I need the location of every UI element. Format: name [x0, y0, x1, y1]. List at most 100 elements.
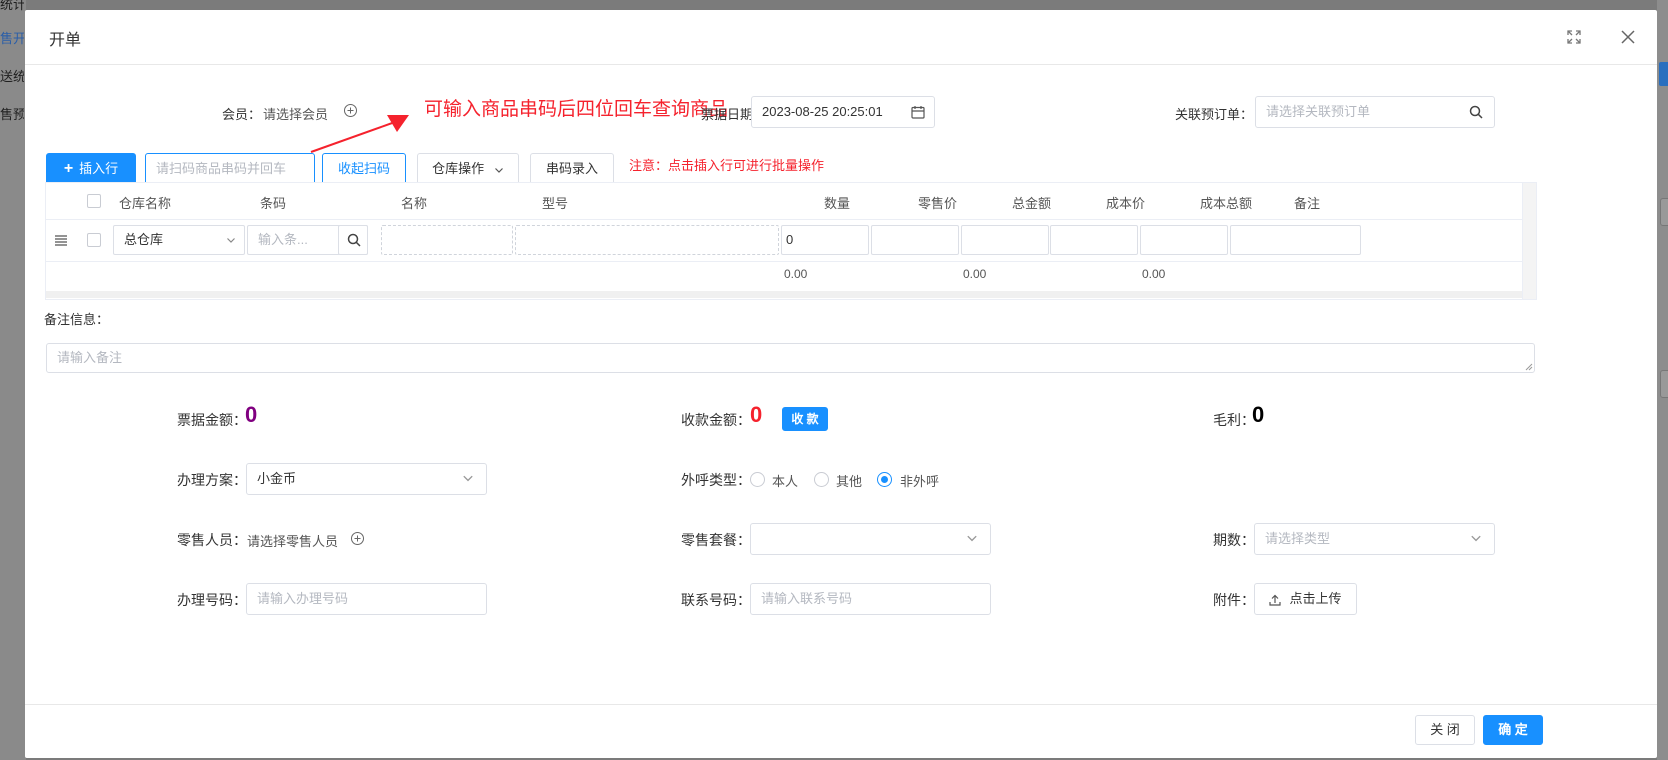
- collect-button[interactable]: 收 款: [782, 407, 828, 431]
- sum-quantity: 0.00: [784, 267, 808, 281]
- warehouse-ops-dropdown[interactable]: 仓库操作: [417, 153, 519, 185]
- row-retail-price-input[interactable]: [871, 225, 959, 255]
- col-warehouse: 仓库名称: [119, 196, 172, 211]
- serial-entry-button[interactable]: 串码录入: [530, 153, 614, 185]
- background-text: 统计: [0, 0, 24, 12]
- background-button: [1660, 370, 1668, 398]
- upload-button[interactable]: 点击上传: [1254, 583, 1357, 615]
- search-icon: [346, 232, 362, 248]
- row-cost-price-input[interactable]: [1050, 225, 1138, 255]
- row-model-field[interactable]: [515, 225, 779, 255]
- handle-no-placeholder: 请输入办理号码: [257, 591, 349, 606]
- insert-row-label: 插入行: [79, 161, 119, 176]
- package-select[interactable]: [750, 523, 991, 555]
- row-warehouse-value: 总仓库: [124, 232, 164, 247]
- sales-person-selector[interactable]: 请选择零售人员: [247, 531, 338, 550]
- call-type-radio-other[interactable]: [814, 472, 829, 487]
- row-cost-total-input[interactable]: [1140, 225, 1228, 255]
- call-type-radio-self[interactable]: [750, 472, 765, 487]
- collapse-scan-button[interactable]: 收起扫码: [322, 153, 406, 185]
- row-quantity-input[interactable]: 0: [781, 225, 869, 255]
- batch-note: 注意：点击插入行可进行批量操作: [629, 158, 825, 173]
- horizontal-scrollbar[interactable]: [46, 291, 1522, 298]
- modal-footer: 关 闭 确 定: [25, 704, 1657, 759]
- periods-placeholder: 请选择类型: [1265, 531, 1331, 546]
- row-total-amount-input[interactable]: [961, 225, 1049, 255]
- upload-icon: [1269, 594, 1282, 606]
- bill-date-value: 2023-08-25 20:25:01: [762, 104, 883, 119]
- handle-no-input[interactable]: 请输入办理号码: [246, 583, 487, 615]
- row-name-field[interactable]: [381, 225, 513, 255]
- table-row: 总仓库 输入条... 0: [46, 219, 1522, 262]
- col-name: 名称: [401, 196, 428, 211]
- remarks-label: 备注信息：: [44, 312, 110, 327]
- received-amount-value: 0: [750, 402, 763, 427]
- plan-label: 办理方案：: [177, 472, 247, 488]
- call-type-option-none: 非外呼: [900, 474, 940, 489]
- call-type-radio-none[interactable]: [877, 472, 892, 487]
- col-barcode: 条码: [260, 196, 287, 211]
- contact-input[interactable]: 请输入联系号码: [750, 583, 991, 615]
- remarks-textarea[interactable]: 请输入备注: [46, 343, 1535, 373]
- chevron-down-icon: [1470, 532, 1486, 548]
- attachment-label: 附件：: [1213, 592, 1255, 608]
- row-warehouse-select[interactable]: 总仓库: [113, 225, 245, 255]
- periods-label: 期数：: [1213, 532, 1255, 548]
- gross-profit-label: 毛利：: [1213, 412, 1255, 428]
- insert-row-button[interactable]: + 插入行: [46, 153, 136, 185]
- bill-amount-label: 票据金额：: [177, 412, 247, 428]
- scan-serial-placeholder: 请扫码商品串码并回车: [156, 161, 287, 176]
- fullscreen-icon[interactable]: [1565, 28, 1583, 46]
- periods-select[interactable]: 请选择类型: [1254, 523, 1495, 555]
- col-cost-total: 成本总额: [1200, 196, 1253, 211]
- annotation-text: 可输入商品串码后四位回车查询商品: [424, 99, 729, 120]
- drag-handle-icon[interactable]: [54, 233, 68, 247]
- background-sidebar: 统计 售开 送统 售预: [0, 0, 26, 760]
- gross-profit-value: 0: [1252, 402, 1265, 427]
- close-button[interactable]: 关 闭: [1415, 715, 1475, 745]
- call-type-option-self: 本人: [772, 474, 799, 489]
- preorder-input[interactable]: 请选择关联预订单: [1255, 96, 1495, 128]
- add-member-icon[interactable]: [343, 103, 358, 118]
- col-remark: 备注: [1294, 196, 1321, 211]
- resize-handle-icon[interactable]: [1525, 363, 1533, 371]
- confirm-button[interactable]: 确 定: [1483, 715, 1543, 745]
- preorder-placeholder: 请选择关联预订单: [1266, 104, 1371, 119]
- select-all-checkbox[interactable]: [87, 194, 101, 208]
- preorder-label: 关联预订单：: [1175, 107, 1254, 122]
- background-tab: [1659, 62, 1668, 86]
- remarks-placeholder: 请输入备注: [57, 350, 123, 365]
- chevron-down-icon: [226, 235, 236, 245]
- received-amount-label: 收款金额：: [681, 412, 751, 428]
- contact-placeholder: 请输入联系号码: [761, 591, 853, 606]
- table-header: 仓库名称 条码 名称 型号 数量 零售价 总金额 成本价 成本总额 备注: [46, 183, 1522, 220]
- search-icon[interactable]: [1468, 104, 1484, 120]
- background-text: 送统: [0, 69, 24, 84]
- scan-serial-input[interactable]: 请扫码商品串码并回车: [145, 153, 315, 185]
- plus-icon: +: [63, 160, 74, 177]
- row-barcode-search-button[interactable]: [338, 225, 368, 255]
- vertical-scrollbar[interactable]: [1522, 183, 1536, 299]
- product-table: 仓库名称 条码 名称 型号 数量 零售价 总金额 成本价 成本总额 备注 总仓库: [45, 182, 1537, 300]
- contact-label: 联系号码：: [681, 592, 751, 608]
- member-selector[interactable]: 请选择会员: [263, 104, 328, 123]
- bill-date-input[interactable]: 2023-08-25 20:25:01: [751, 96, 935, 128]
- add-sales-person-icon[interactable]: [350, 531, 365, 546]
- row-checkbox[interactable]: [87, 233, 101, 247]
- col-quantity: 数量: [824, 196, 851, 211]
- background-text: 售预: [0, 107, 24, 122]
- handle-no-label: 办理号码：: [177, 592, 247, 608]
- plan-value: 小金币: [257, 471, 297, 486]
- warehouse-ops-label: 仓库操作: [432, 161, 485, 176]
- sum-total-amount: 0.00: [963, 267, 987, 281]
- chevron-down-icon: [494, 165, 504, 175]
- row-quantity-value: 0: [786, 232, 794, 247]
- create-order-modal: 开单 可输入商品串码后四位回车查询商品 会员： 请选择会员 票据日期： 2023…: [25, 10, 1657, 758]
- chevron-down-icon: [966, 532, 982, 548]
- row-remark-input[interactable]: [1230, 225, 1361, 255]
- sum-cost-total: 0.00: [1142, 267, 1166, 281]
- package-label: 零售套餐：: [681, 532, 751, 548]
- close-icon[interactable]: [1619, 28, 1637, 46]
- background-text: 售开: [0, 31, 24, 46]
- plan-select[interactable]: 小金币: [246, 463, 487, 495]
